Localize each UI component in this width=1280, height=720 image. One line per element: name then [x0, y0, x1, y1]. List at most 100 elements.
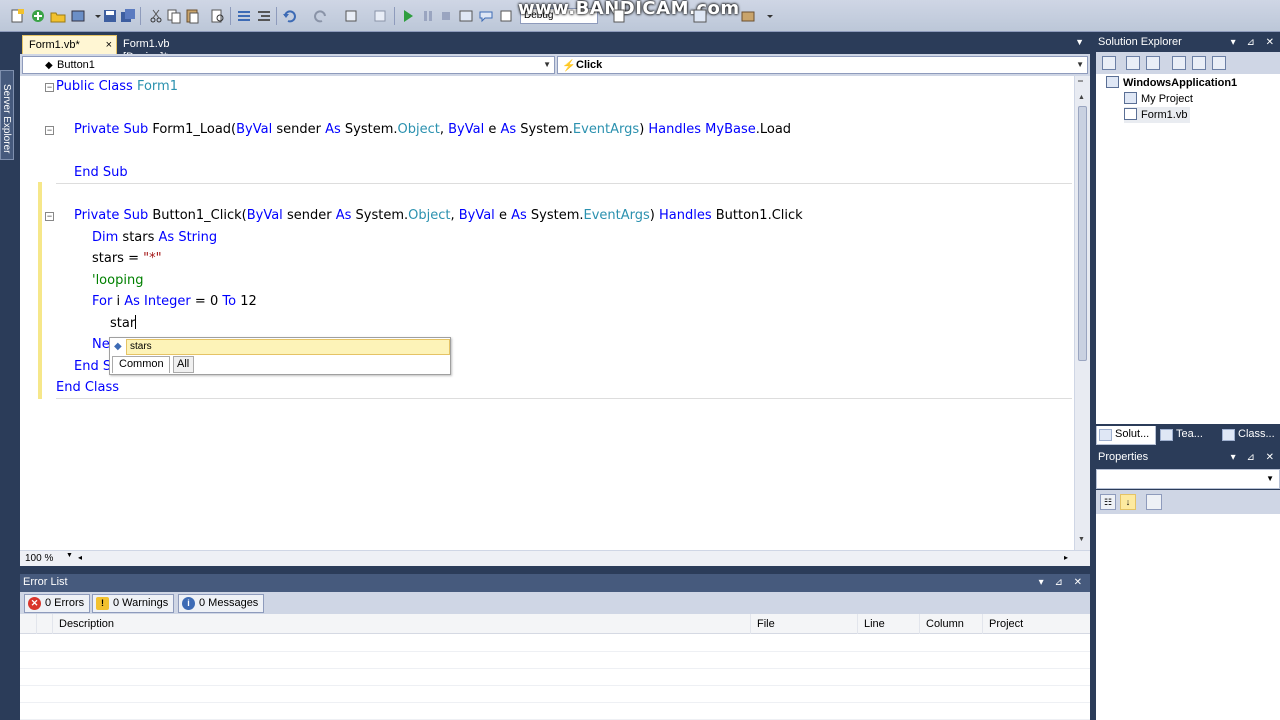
alphabetical-icon[interactable]: ↓ — [1120, 494, 1136, 510]
table-row — [20, 703, 1090, 720]
pause-icon[interactable] — [420, 8, 436, 24]
tab-solution-explorer[interactable]: Solut... — [1096, 426, 1156, 445]
column-header[interactable] — [36, 614, 52, 634]
code-text-area[interactable]: Public Class Form1 Private Sub Form1_Loa… — [56, 76, 1072, 550]
step-into-icon[interactable] — [458, 8, 474, 24]
scroll-thumb[interactable] — [1078, 106, 1087, 361]
intellisense-popup[interactable]: ◆ stars Common All — [109, 337, 451, 375]
save-all-icon[interactable] — [120, 8, 136, 24]
warnings-count-label: 0 Warnings — [113, 597, 169, 609]
start-debugging-icon[interactable] — [400, 8, 416, 24]
step-out-icon[interactable] — [498, 8, 514, 24]
view-code-icon[interactable] — [1172, 56, 1186, 70]
column-header-column[interactable]: Column — [919, 614, 982, 634]
view-designer-icon[interactable] — [1192, 56, 1206, 70]
copy-icon[interactable] — [166, 8, 182, 24]
new-project-icon[interactable] — [10, 8, 26, 24]
error-list-header: Description File Line Column Project — [20, 614, 1090, 634]
properties-title-bar: Properties ▾ ⊿ ✕ — [1096, 449, 1280, 467]
column-header-description[interactable]: Description — [52, 614, 750, 634]
toolbar-separator — [394, 7, 395, 25]
tab-form1-design[interactable]: Form1.vb [Design]* — [117, 35, 219, 63]
pane-window-buttons[interactable]: ▾ ⊿ ✕ — [1231, 449, 1278, 466]
column-header-line[interactable]: Line — [857, 614, 919, 634]
form-file-icon — [1124, 108, 1137, 120]
tree-item-form1[interactable]: Form1.vb — [1124, 107, 1191, 123]
open-icon[interactable] — [70, 8, 86, 24]
intellisense-tab-common[interactable]: Common — [112, 356, 170, 373]
collapse-region-icon[interactable]: − — [45, 212, 54, 221]
refresh-icon[interactable] — [1146, 56, 1160, 70]
change-tracking-bar — [38, 182, 42, 399]
object-icon: ◆ — [45, 60, 53, 71]
scroll-down-icon[interactable]: ▼ — [1078, 536, 1085, 543]
solution-tree: WindowsApplication1 My Project Form1.vb — [1096, 74, 1280, 424]
toolbox-icon[interactable] — [740, 8, 756, 24]
messages-filter-button[interactable]: i 0 Messages — [178, 594, 265, 613]
class-name-select[interactable]: ◆ Button1 ▼ — [22, 56, 555, 74]
chevron-down-icon[interactable]: ▼ — [66, 552, 73, 559]
document-list-dropdown-icon[interactable]: ▼ — [1075, 37, 1084, 47]
property-pages-icon[interactable] — [1146, 494, 1162, 510]
pane-window-buttons[interactable]: ▾ ⊿ ✕ — [1231, 34, 1278, 51]
close-icon[interactable]: × — [106, 39, 112, 52]
properties-icon[interactable] — [1102, 56, 1116, 70]
column-header-file[interactable]: File — [750, 614, 857, 634]
intellisense-item-stars[interactable]: stars — [126, 339, 450, 355]
open-file-icon[interactable] — [50, 8, 66, 24]
column-header-project[interactable]: Project — [982, 614, 1090, 634]
column-header[interactable] — [20, 614, 36, 634]
tree-item-my-project[interactable]: My Project — [1124, 91, 1193, 107]
document-tabs: Form1.vb* × Form1.vb [Design]* ▼ — [20, 32, 1090, 63]
scroll-up-icon[interactable]: ▲ — [1078, 94, 1085, 101]
navigate-back-icon[interactable] — [344, 8, 360, 24]
view-class-diagram-icon[interactable] — [1212, 56, 1226, 70]
solution-explorer-icon[interactable] — [692, 8, 708, 24]
vertical-scrollbar[interactable]: ═ ▲ ▼ — [1074, 76, 1090, 550]
pane-window-buttons[interactable]: ▾ ⊿ ✕ — [1039, 574, 1086, 591]
uncomment-icon[interactable] — [256, 8, 272, 24]
toolbar-options-icon[interactable] — [762, 8, 778, 24]
standard-toolbar: Debug www.BANDICAM.com — [0, 0, 1280, 32]
code-navigation-bar: ◆ Button1 ▼ ⚡ Click ▼ — [20, 54, 1090, 76]
chevron-down-icon: ▼ — [1266, 474, 1274, 483]
find-icon[interactable] — [210, 8, 226, 24]
code-line: End Class — [56, 380, 120, 395]
comment-icon[interactable] — [236, 8, 252, 24]
warnings-filter-button[interactable]: ! 0 Warnings — [92, 594, 175, 613]
redo-icon[interactable] — [312, 8, 328, 24]
find-in-files-icon[interactable] — [612, 8, 628, 24]
paste-icon[interactable] — [184, 8, 200, 24]
add-item-icon[interactable] — [30, 8, 46, 24]
collapse-region-icon[interactable]: − — [45, 83, 54, 92]
step-over-icon[interactable] — [478, 8, 494, 24]
tree-item-project[interactable]: WindowsApplication1 — [1106, 75, 1237, 91]
scroll-left-icon[interactable]: ◂ — [78, 553, 82, 562]
chevron-down-icon: ▼ — [1076, 60, 1084, 69]
split-handle-icon[interactable]: ═ — [1078, 78, 1083, 85]
tab-class-view[interactable]: Class... — [1220, 426, 1280, 445]
show-all-files-icon[interactable] — [1126, 56, 1140, 70]
categorized-icon[interactable]: ☷ — [1100, 494, 1116, 510]
tab-team-explorer[interactable]: Tea... — [1158, 426, 1218, 445]
save-icon[interactable] — [102, 8, 118, 24]
collapse-region-icon[interactable]: − — [45, 126, 54, 135]
method-name-select[interactable]: ⚡ Click ▼ — [557, 56, 1088, 74]
properties-title: Properties — [1098, 451, 1149, 463]
stop-icon[interactable] — [438, 8, 454, 24]
tab-form1-vb[interactable]: Form1.vb* × — [22, 35, 117, 54]
undo-icon[interactable] — [282, 8, 298, 24]
horizontal-scrollbar[interactable]: 100 % ▼ ◂ ▸ — [20, 550, 1090, 566]
intellisense-tab-all[interactable]: All — [173, 356, 194, 373]
cut-icon[interactable] — [148, 8, 164, 24]
code-line: Ne — [92, 337, 110, 352]
class-name-value: Button1 — [57, 59, 95, 71]
code-line: Public Class Form1 — [56, 79, 178, 94]
tree-item-label: WindowsApplication1 — [1123, 77, 1238, 89]
scroll-right-icon[interactable]: ▸ — [1064, 553, 1068, 562]
errors-filter-button[interactable]: ✕ 0 Errors — [24, 594, 91, 613]
code-editor[interactable]: − − − Public Class Form1 Private Sub For… — [20, 76, 1090, 566]
errors-count-label: 0 Errors — [45, 597, 85, 609]
navigate-forward-icon[interactable] — [372, 8, 388, 24]
properties-object-select[interactable]: ▼ — [1096, 469, 1280, 489]
